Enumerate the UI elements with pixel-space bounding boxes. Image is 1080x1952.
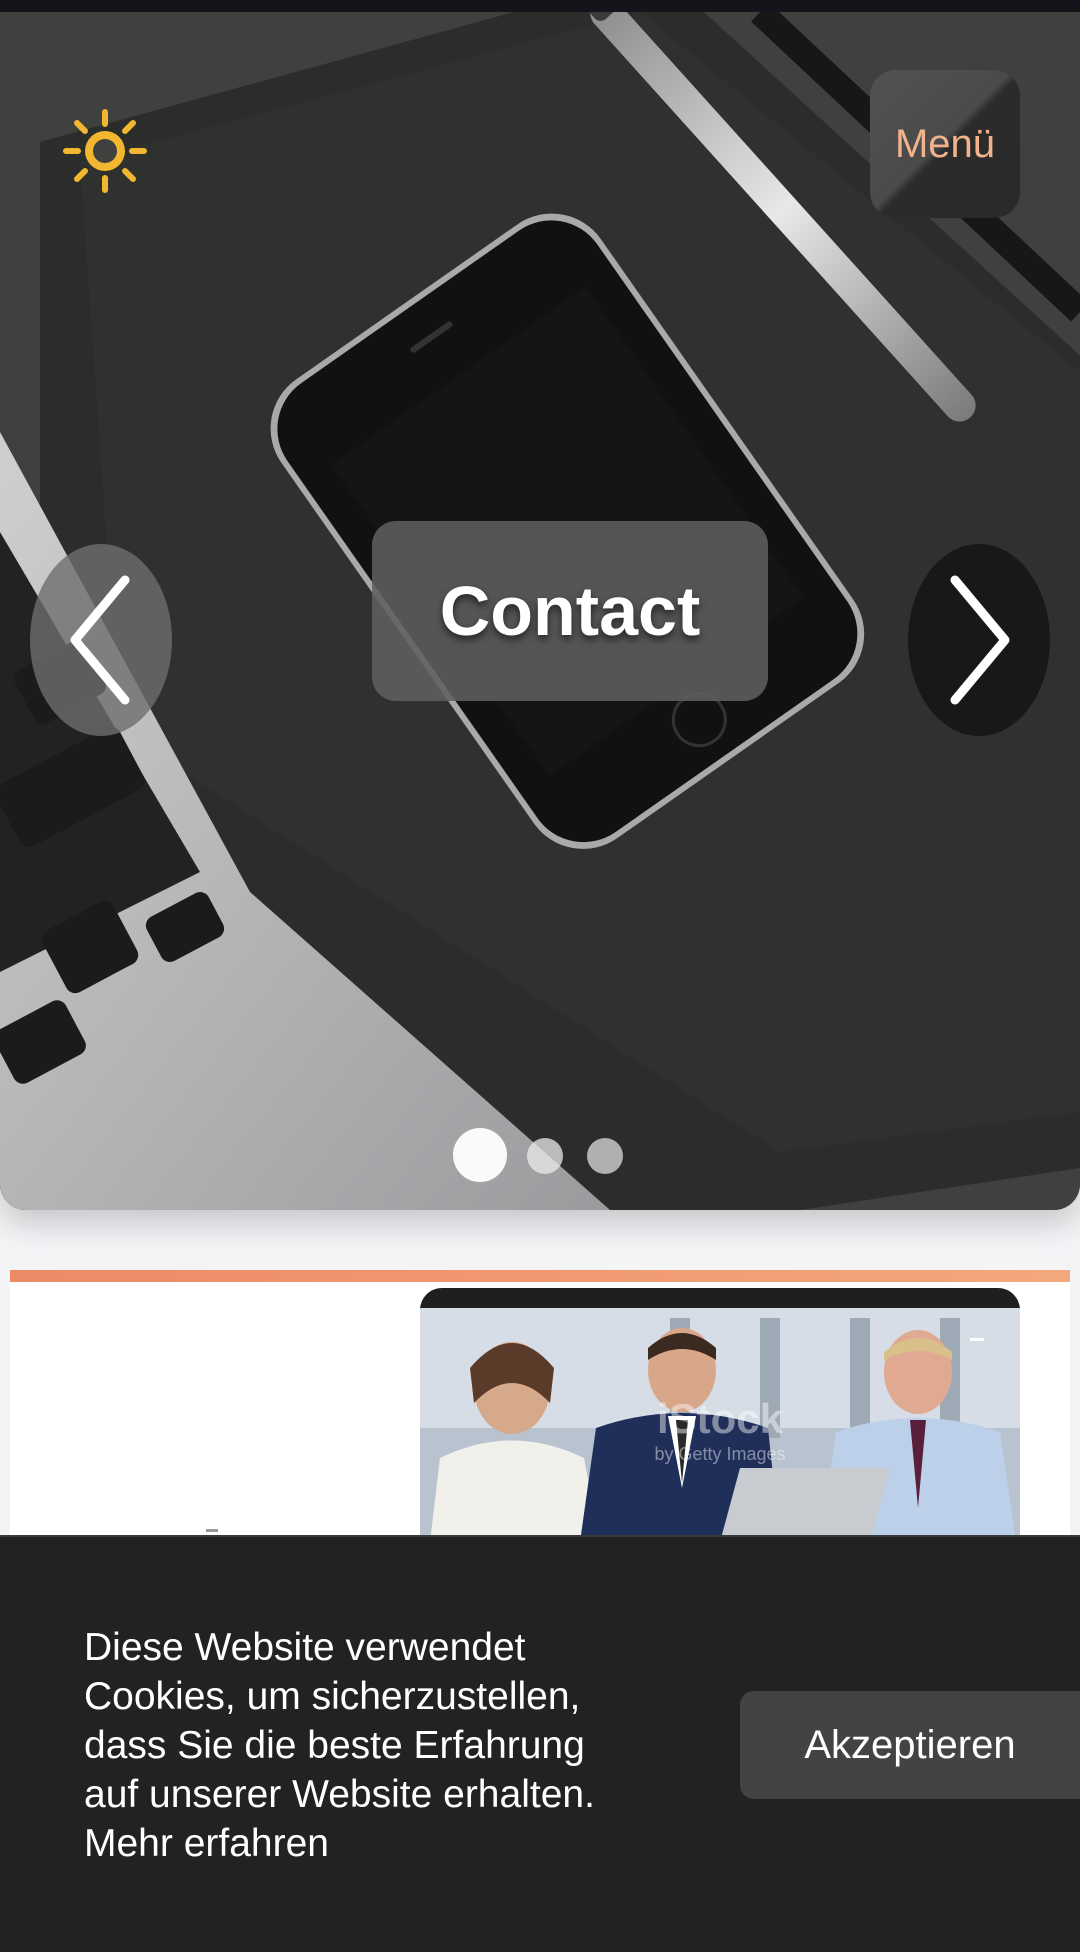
chevron-right-icon [950,575,1010,705]
video-thumbnail-image: iStock by Getty Images [420,1308,1020,1538]
slide-title-badge[interactable]: Contact [372,521,768,701]
chevron-left-icon [70,575,130,705]
accept-cookies-label: Akzeptieren [804,1722,1016,1767]
svg-text:iStock: iStock [657,1395,784,1442]
video-player[interactable]: iStock by Getty Images [420,1288,1020,1538]
slider-pagination [0,1126,1080,1186]
slider-dot-3[interactable] [587,1138,623,1174]
card-text-fragment [206,1529,218,1532]
slider-dot-2[interactable] [527,1138,563,1174]
slider-dot-1-active[interactable] [453,1128,507,1182]
menu-button-label: Menü [894,121,996,166]
slider-prev-button[interactable] [30,544,172,736]
section-accent-divider [10,1270,1070,1282]
svg-text:by Getty Images: by Getty Images [654,1444,785,1464]
cookie-consent-banner: Diese Website verwendet Cookies, um sich… [0,1535,1080,1952]
learn-more-link[interactable]: Mehr erfahren [84,1819,644,1868]
theme-toggle-sun-icon[interactable] [62,108,148,194]
slide-title: Contact [439,572,701,650]
hero-slider[interactable]: Menü Contact [0,12,1080,1210]
menu-button[interactable]: Menü [870,70,1020,218]
cookie-message: Diese Website verwendet Cookies, um sich… [84,1623,644,1868]
status-bar [0,0,1080,12]
slider-next-button[interactable] [908,544,1050,736]
cookie-message-text: Diese Website verwendet Cookies, um sich… [84,1626,595,1816]
accept-cookies-button[interactable]: Akzeptieren [740,1691,1080,1799]
